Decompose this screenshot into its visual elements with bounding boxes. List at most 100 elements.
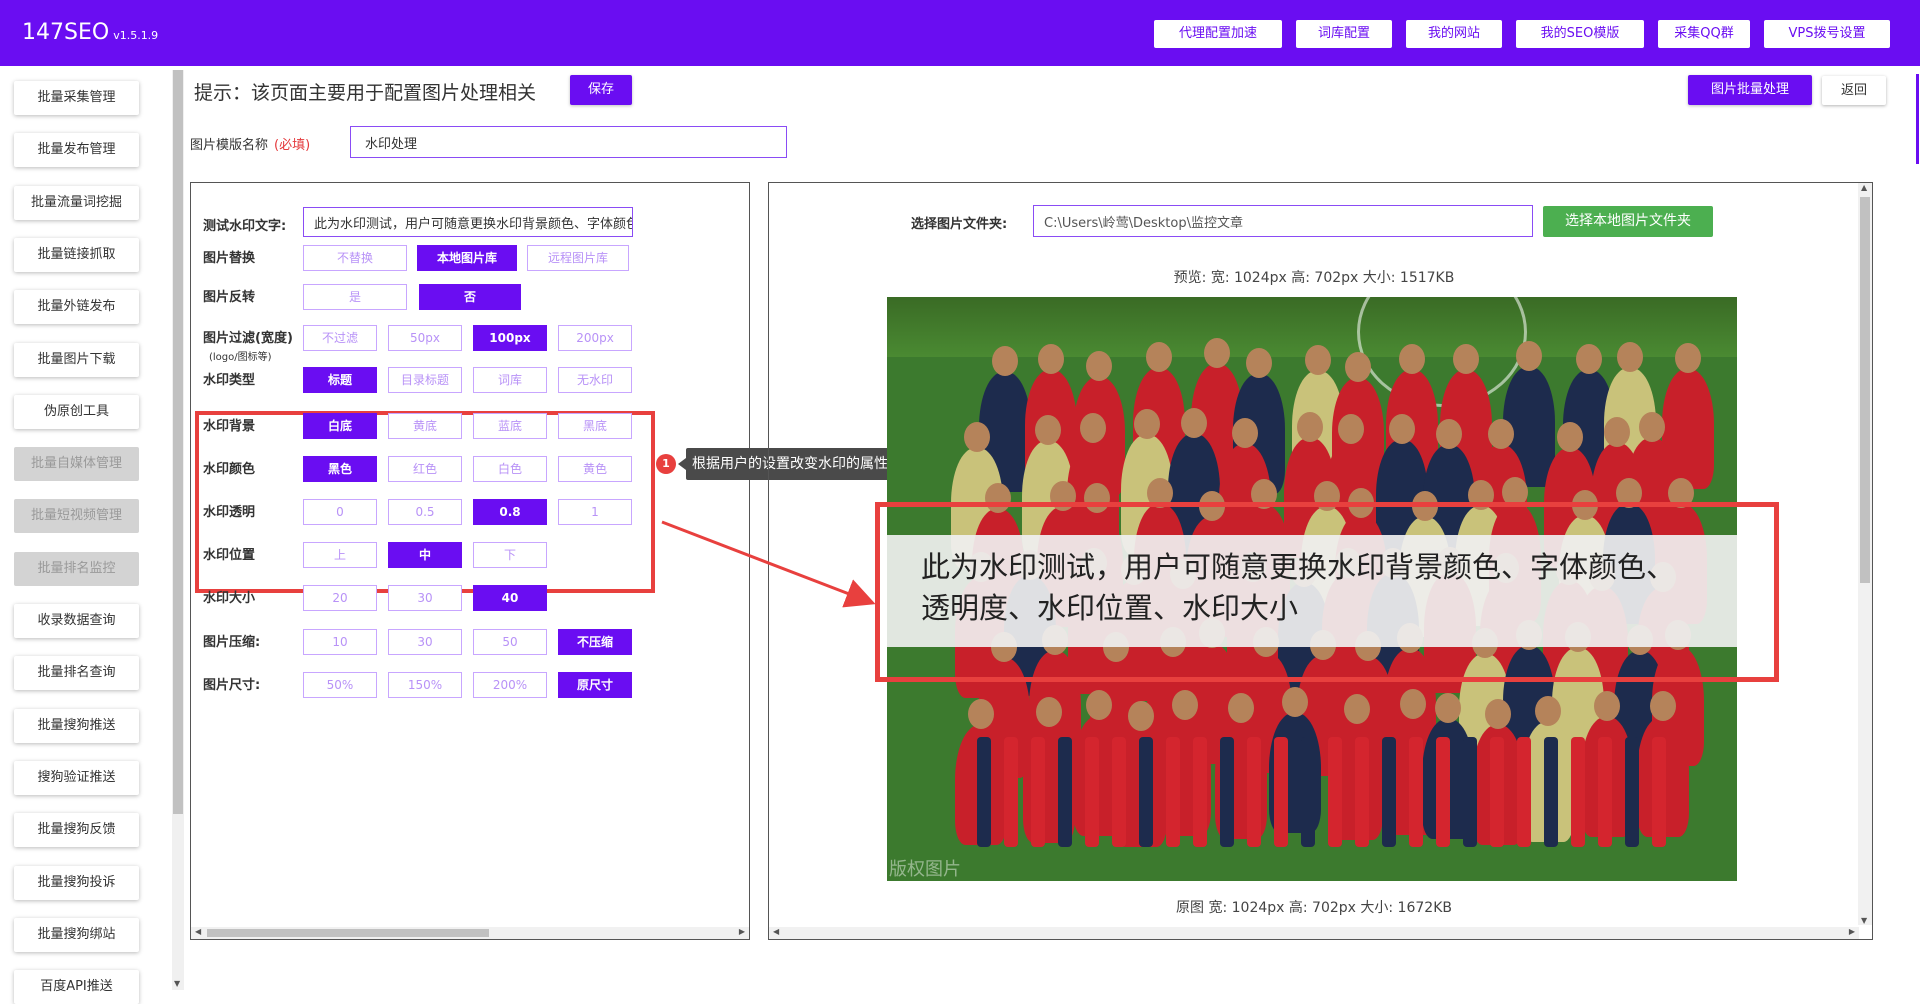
scroll-up-arrow-icon[interactable]: ▲ [1861, 183, 1867, 192]
top-nav-item[interactable]: 我的网站 [1406, 20, 1502, 48]
sidebar-item[interactable]: 批量图片下载 [14, 342, 139, 377]
choose-folder-button[interactable]: 选择本地图片文件夹 [1543, 206, 1713, 237]
setting-option[interactable]: 本地图片库 [417, 245, 517, 271]
setting-option[interactable]: 1 [558, 499, 632, 525]
setting-label-text: 图片替换 [203, 251, 256, 266]
back-button[interactable]: 返回 [1822, 76, 1886, 105]
setting-label: 水印类型 [203, 369, 255, 388]
scroll-down-arrow-icon[interactable]: ▼ [1861, 916, 1867, 925]
setting-option[interactable]: 40 [473, 585, 547, 611]
top-nav-item[interactable]: 采集QQ群 [1658, 20, 1750, 48]
preview-h-scrollbar[interactable]: ◀ ▶ [769, 927, 1859, 939]
setting-option[interactable]: 白色 [473, 456, 547, 482]
sidebar-scrollbar[interactable]: ▼ [172, 70, 184, 990]
folder-path-input[interactable] [1033, 205, 1533, 237]
sidebar-item[interactable]: 收录数据查询 [14, 604, 139, 638]
sidebar-scroll-thumb[interactable] [173, 70, 183, 814]
top-nav-item[interactable]: VPS拨号设置 [1764, 20, 1890, 48]
scroll-left-arrow-icon[interactable]: ◀ [195, 927, 201, 936]
sidebar-item[interactable]: 批量搜狗绑站 [14, 917, 139, 952]
batch-process-button[interactable]: 图片批量处理 [1688, 75, 1812, 105]
sidebar-item[interactable]: 伪原创工具 [14, 394, 139, 429]
setting-option[interactable]: 无水印 [558, 367, 632, 393]
setting-option[interactable]: 白底 [303, 413, 377, 439]
setting-option[interactable]: 下 [473, 542, 547, 568]
player-leg [1382, 737, 1396, 847]
player-leg [1490, 737, 1504, 847]
setting-option[interactable]: 远程图片库 [527, 245, 629, 271]
setting-option[interactable]: 200px [558, 325, 632, 351]
setting-option[interactable]: 原尺寸 [558, 672, 632, 698]
top-header: 147SEO v1.5.1.9 代理配置加速 词库配置 我的网站 我的SEO模版 采集QQ… [0, 0, 1920, 66]
sidebar-item[interactable]: 批量采集管理 [14, 81, 139, 115]
player-leg [1274, 737, 1288, 847]
setting-option[interactable]: 10 [303, 629, 377, 655]
player-leg [1139, 737, 1153, 847]
settings-h-scroll-thumb[interactable] [207, 929, 489, 937]
save-button[interactable]: 保存 [570, 75, 632, 105]
setting-option[interactable]: 蓝底 [473, 413, 547, 439]
template-name-input[interactable] [350, 126, 787, 158]
setting-option[interactable]: 50% [303, 672, 377, 698]
setting-option[interactable]: 30 [388, 629, 462, 655]
page-scroll-thumb[interactable] [1916, 74, 1919, 164]
setting-option[interactable]: 上 [303, 542, 377, 568]
setting-option[interactable]: 20 [303, 585, 377, 611]
setting-option[interactable]: 是 [303, 284, 407, 310]
settings-h-scrollbar[interactable]: ◀ ▶ [191, 927, 749, 939]
watermark-text-input[interactable] [303, 207, 633, 237]
setting-option[interactable]: 不过滤 [303, 325, 377, 351]
setting-option[interactable]: 红色 [388, 456, 462, 482]
setting-option[interactable]: 0.8 [473, 499, 547, 525]
page-scrollbar[interactable] [1914, 66, 1920, 990]
player-head [1485, 698, 1512, 729]
original-info: 原图 宽: 1024px 高: 702px 大小: 1672KB [1176, 900, 1452, 916]
setting-option[interactable]: 黄色 [558, 456, 632, 482]
player-leg [1301, 737, 1315, 847]
sidebar-item[interactable]: 批量链接抓取 [14, 237, 139, 272]
sidebar-item[interactable]: 批量搜狗推送 [14, 708, 139, 743]
top-nav-item[interactable]: 我的SEO模版 [1516, 20, 1644, 48]
setting-option[interactable]: 不替换 [303, 245, 407, 271]
preview-v-scrollbar[interactable]: ▲ ▼ [1858, 183, 1872, 925]
setting-option[interactable]: 否 [419, 284, 521, 310]
sidebar-item[interactable]: 搜狗验证推送 [14, 760, 139, 795]
scroll-down-arrow-icon[interactable]: ▼ [174, 979, 180, 988]
player-head [1180, 408, 1207, 439]
setting-option[interactable]: 0 [303, 499, 377, 525]
sidebar-item[interactable]: 批量流量词挖掘 [14, 185, 139, 220]
setting-option[interactable]: 黑色 [303, 456, 377, 482]
setting-option[interactable]: 黄底 [388, 413, 462, 439]
setting-option[interactable]: 标题 [303, 367, 377, 393]
setting-option[interactable]: 50px [388, 325, 462, 351]
sidebar-item[interactable]: 百度API推送 [14, 970, 139, 1004]
player-head [1037, 344, 1064, 375]
sidebar-item[interactable]: 批量外链发布 [14, 290, 139, 325]
sidebar-item[interactable]: 批量排名查询 [14, 656, 139, 691]
app-version: v1.5.1.9 [113, 29, 159, 42]
scroll-right-arrow-icon[interactable]: ▶ [1849, 927, 1855, 936]
player-head [991, 345, 1018, 376]
player-leg [1625, 737, 1639, 847]
sidebar-item[interactable]: 批量搜狗反馈 [14, 813, 139, 848]
setting-option[interactable]: 100px [473, 325, 547, 351]
setting-option[interactable]: 0.5 [388, 499, 462, 525]
sidebar-item[interactable]: 批量搜狗投诉 [14, 865, 139, 900]
setting-label: 图片反转 [203, 286, 255, 305]
player-leg [1085, 737, 1099, 847]
sidebar-item[interactable]: 批量发布管理 [14, 133, 139, 168]
setting-option[interactable]: 目录标题 [388, 367, 462, 393]
setting-option[interactable]: 50 [473, 629, 547, 655]
setting-option[interactable]: 不压缩 [558, 629, 632, 655]
setting-option[interactable]: 黑底 [558, 413, 632, 439]
preview-v-scroll-thumb[interactable] [1860, 197, 1870, 583]
scroll-left-arrow-icon[interactable]: ◀ [773, 927, 779, 936]
setting-option[interactable]: 150% [388, 672, 462, 698]
setting-option[interactable]: 中 [388, 542, 462, 568]
setting-option[interactable]: 词库 [473, 367, 547, 393]
top-nav-item[interactable]: 词库配置 [1296, 20, 1392, 48]
top-nav-item[interactable]: 代理配置加速 [1154, 20, 1282, 48]
scroll-right-arrow-icon[interactable]: ▶ [739, 927, 745, 936]
setting-option[interactable]: 30 [388, 585, 462, 611]
setting-option[interactable]: 200% [473, 672, 547, 698]
